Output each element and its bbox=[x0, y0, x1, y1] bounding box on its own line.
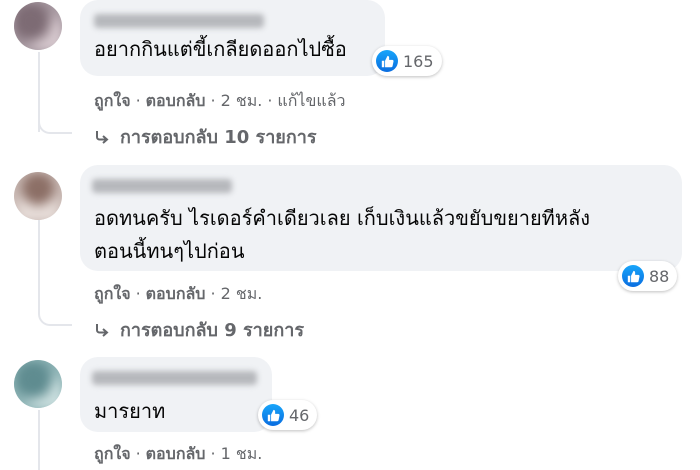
reaction-count[interactable]: 88 bbox=[618, 261, 678, 291]
comment-bubble: อดทนครับ ไรเดอร์คำเดียวเลย เก็บเงินแล้วข… bbox=[80, 165, 682, 271]
reply-arrow-icon bbox=[94, 322, 110, 338]
reaction-count[interactable]: 46 bbox=[258, 400, 318, 430]
replies-label: การตอบกลับ 9 รายการ bbox=[120, 320, 305, 341]
timestamp[interactable]: 1 ชม. bbox=[221, 444, 263, 463]
like-count: 46 bbox=[289, 405, 310, 425]
separator-dot: · bbox=[135, 91, 141, 110]
thread-line bbox=[38, 220, 40, 300]
separator-dot: · bbox=[210, 444, 216, 463]
avatar[interactable] bbox=[14, 2, 62, 50]
separator-dot: · bbox=[135, 284, 141, 303]
view-replies-link[interactable]: การตอบกลับ 9 รายการ bbox=[94, 315, 304, 344]
separator-dot: · bbox=[210, 284, 216, 303]
like-icon bbox=[376, 50, 398, 72]
comment-text: ตอนนี้ทนๆไปก่อน bbox=[94, 239, 245, 263]
separator-dot: · bbox=[210, 91, 216, 110]
separator-dot: · bbox=[267, 91, 273, 110]
reply-button[interactable]: ตอบกลับ bbox=[146, 284, 206, 303]
reply-connector bbox=[38, 290, 72, 326]
like-count: 165 bbox=[403, 51, 434, 71]
replies-label: การตอบกลับ 10 รายการ bbox=[120, 127, 317, 148]
avatar[interactable] bbox=[14, 172, 62, 220]
author-name-blurred[interactable] bbox=[94, 14, 264, 28]
edited-label: แก้ไขแล้ว bbox=[277, 91, 346, 110]
author-name-blurred[interactable] bbox=[92, 179, 232, 193]
comment-text: มารยาท bbox=[94, 399, 166, 423]
like-button[interactable]: ถูกใจ bbox=[94, 91, 131, 110]
comment-actions: ถูกใจ · ตอบกลับ · 1 ชม. bbox=[94, 442, 262, 467]
reply-arrow-icon bbox=[94, 129, 110, 145]
comment-text: อดทนครับ ไรเดอร์คำเดียวเลย เก็บเงินแล้วข… bbox=[94, 206, 591, 230]
comment-actions: ถูกใจ · ตอบกลับ · 2 ชม. · แก้ไขแล้ว bbox=[94, 89, 346, 114]
reply-button[interactable]: ตอบกลับ bbox=[146, 444, 206, 463]
like-icon bbox=[262, 404, 284, 426]
reply-button[interactable]: ตอบกลับ bbox=[146, 91, 206, 110]
like-button[interactable]: ถูกใจ bbox=[94, 284, 131, 303]
comment-actions: ถูกใจ · ตอบกลับ · 2 ชม. bbox=[94, 282, 262, 307]
like-button[interactable]: ถูกใจ bbox=[94, 444, 131, 463]
timestamp[interactable]: 2 ชม. bbox=[221, 284, 263, 303]
timestamp[interactable]: 2 ชม. bbox=[221, 91, 263, 110]
like-count: 88 bbox=[649, 266, 670, 286]
avatar[interactable] bbox=[14, 360, 62, 408]
comment-bubble: อยากกินแต่ขี้เกลียดออกไปซื้อ bbox=[80, 0, 385, 76]
separator-dot: · bbox=[135, 444, 141, 463]
view-replies-link[interactable]: การตอบกลับ 10 รายการ bbox=[94, 122, 317, 151]
like-icon bbox=[622, 265, 644, 287]
reply-connector bbox=[38, 100, 72, 134]
comment-text: อยากกินแต่ขี้เกลียดออกไปซื้อ bbox=[94, 37, 347, 61]
comment-bubble: มารยาท bbox=[80, 357, 272, 432]
thread-line bbox=[38, 410, 40, 470]
author-name-blurred[interactable] bbox=[92, 371, 257, 385]
reaction-count[interactable]: 165 bbox=[372, 46, 442, 76]
